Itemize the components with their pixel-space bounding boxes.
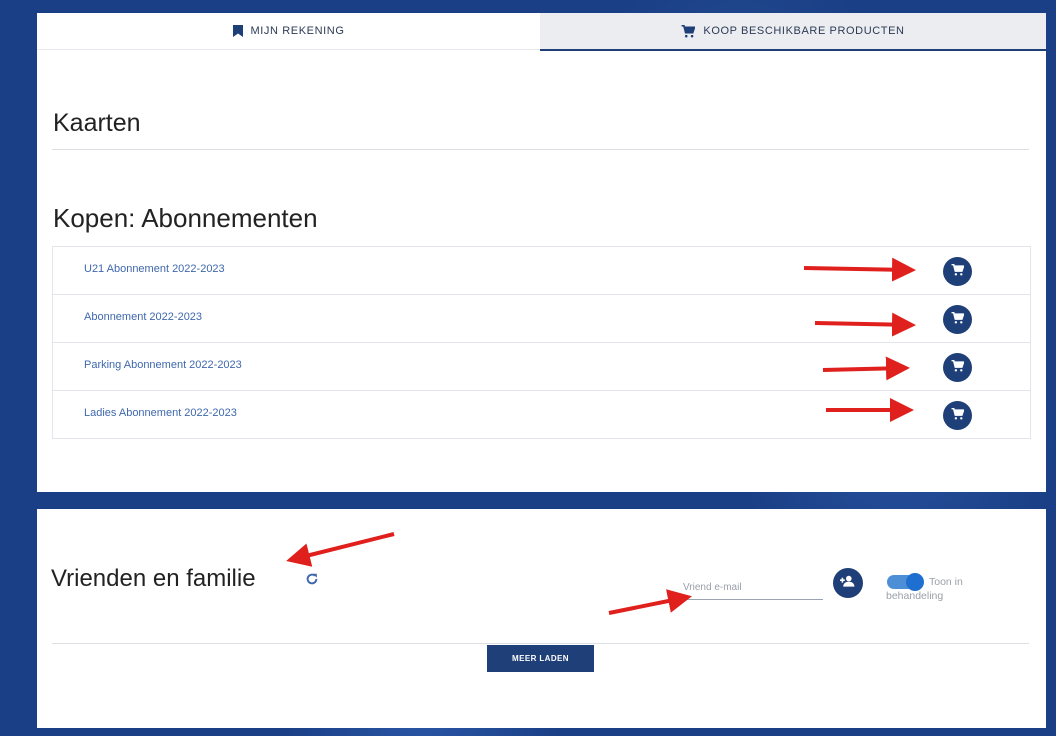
tab-bar: MIJN REKENING KOOP BESCHIKBARE PRODUCTEN [37,13,1046,51]
abonnement-link[interactable]: Ladies Abonnement 2022-2023 [84,407,237,419]
buy-button[interactable] [943,257,972,286]
section-title-abonnementen: Kopen: Abonnementen [53,203,318,233]
bookmark-icon [232,25,243,37]
list-item: Ladies Abonnement 2022-2023 [53,391,1030,438]
buy-button[interactable] [943,353,972,382]
divider [52,149,1029,150]
toggle-label: Toon in behandeling [886,576,963,602]
add-friend-button[interactable] [833,568,863,598]
friend-email-input[interactable] [677,575,823,600]
divider [52,643,1029,644]
cart-icon [951,359,965,377]
abonnementen-list: U21 Abonnement 2022-2023 Abonnement 2022… [52,246,1031,439]
cart-icon [951,311,965,329]
refresh-icon[interactable] [305,572,319,586]
add-user-icon [840,574,856,593]
load-more-button[interactable]: MEER LADEN [487,645,594,672]
abonnement-link[interactable]: Abonnement 2022-2023 [84,311,202,323]
section-title-kaarten: Kaarten [53,109,141,137]
tab-koop-beschikbare-producten[interactable]: KOOP BESCHIKBARE PRODUCTEN [540,13,1046,51]
abonnementen-card: MIJN REKENING KOOP BESCHIKBARE PRODUCTEN… [37,13,1046,492]
abonnement-link[interactable]: Parking Abonnement 2022-2023 [84,359,242,371]
abonnement-link[interactable]: U21 Abonnement 2022-2023 [84,263,225,275]
tab-mijn-rekening[interactable]: MIJN REKENING [37,13,540,50]
list-item: Parking Abonnement 2022-2023 [53,343,1030,391]
vrienden-card: Vrienden en familie Toon in behandeling … [37,509,1046,728]
section-title-vrienden: Vrienden en familie [51,565,256,592]
buy-button[interactable] [943,401,972,430]
list-item: Abonnement 2022-2023 [53,295,1030,343]
tab-label: KOOP BESCHIKBARE PRODUCTEN [703,25,905,37]
cart-icon [951,263,965,281]
cart-icon [951,407,965,425]
tab-label: MIJN REKENING [250,25,345,37]
buy-button[interactable] [943,305,972,334]
list-item: U21 Abonnement 2022-2023 [53,247,1030,295]
cart-icon [681,24,696,38]
